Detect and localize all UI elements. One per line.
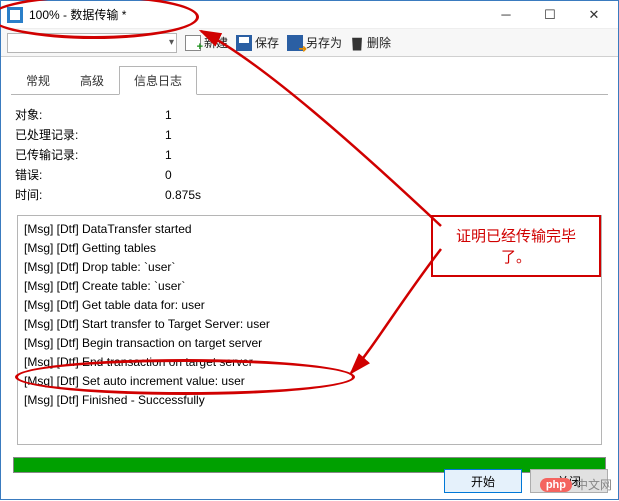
watermark-text: 中文网 [576,476,612,493]
watermark: php 中文网 [540,476,612,493]
annotation-arrow-top [1,1,619,501]
app-window: 100% - 数据传输 * ─ ☐ ✕ ▾ 新建 保存 另存为 删除 常规 高级 [0,0,619,500]
watermark-badge: php [540,478,572,492]
